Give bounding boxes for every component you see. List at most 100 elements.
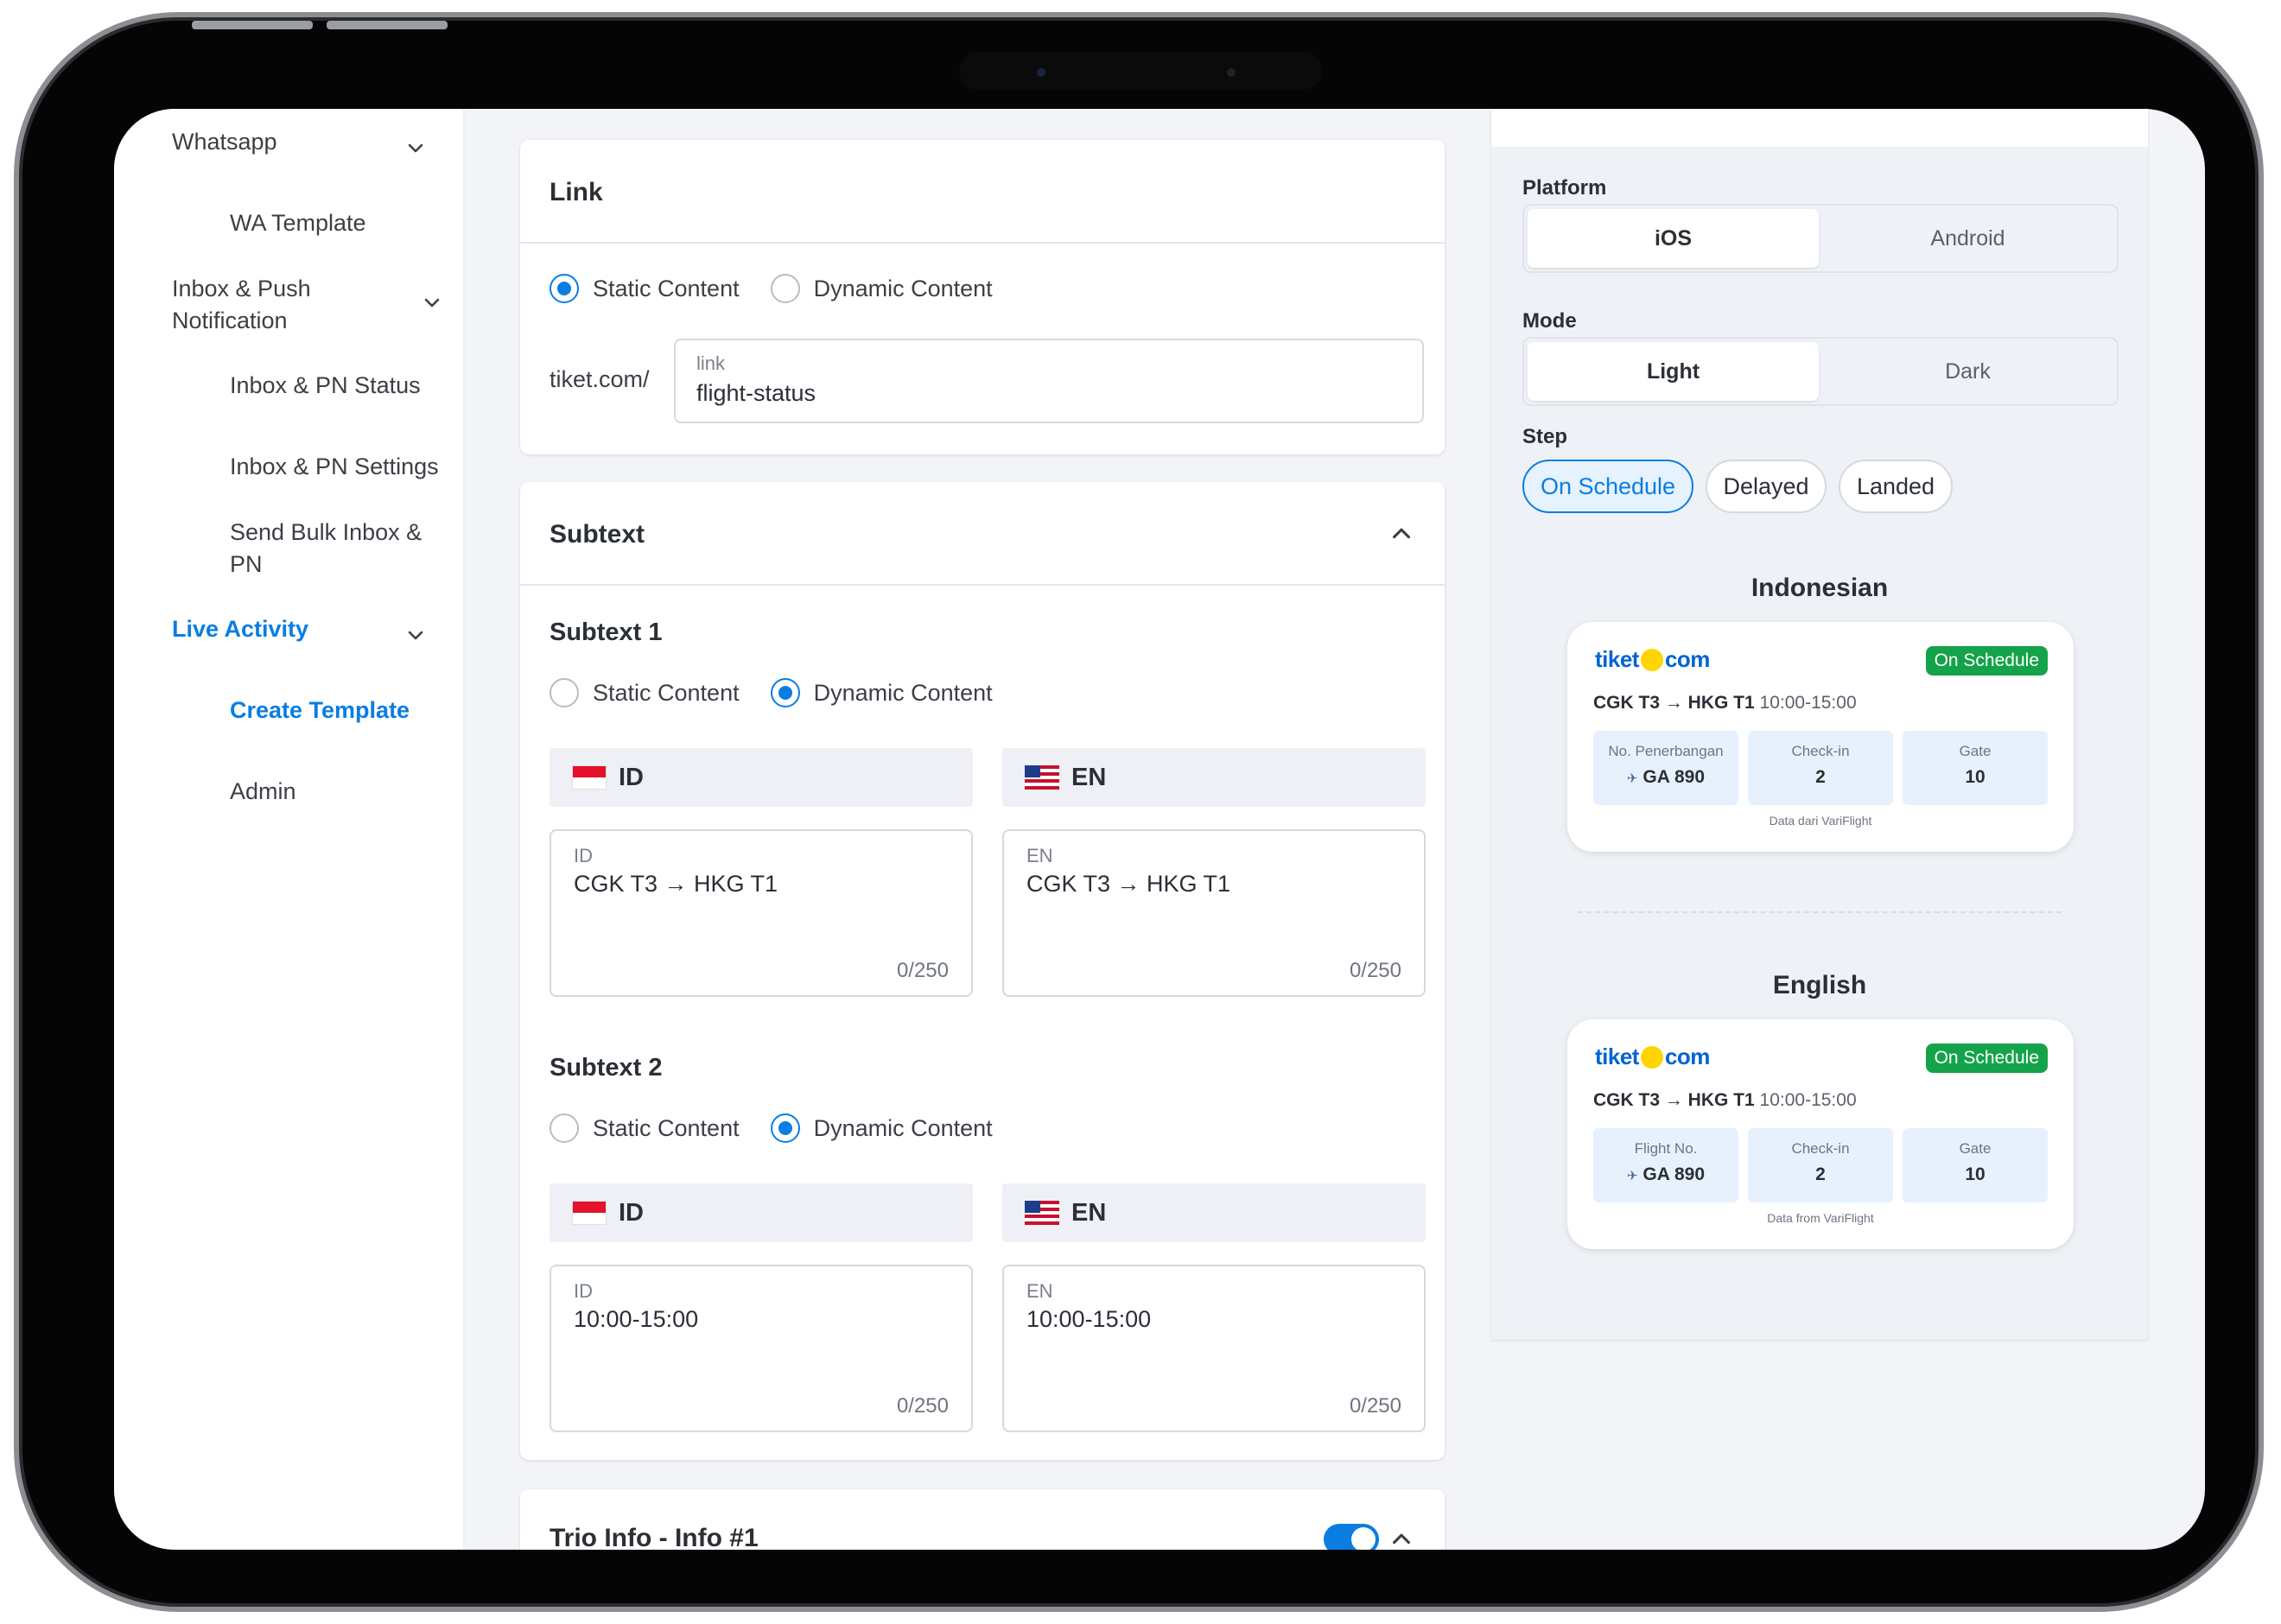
divider xyxy=(520,242,1445,244)
sidebar-item-inbox-push[interactable]: Inbox & Push Notification xyxy=(172,273,371,337)
subtext2-title: Subtext 2 xyxy=(550,1054,663,1082)
chevron-down-icon[interactable] xyxy=(423,294,441,311)
logo-text: com xyxy=(1664,1044,1710,1069)
subtext1-en-textarea[interactable]: EN CGK T3 → HKG T1 0/250 xyxy=(1002,829,1426,997)
textarea-label: EN xyxy=(1026,1280,1053,1302)
mode-switch: Light Dark xyxy=(1522,337,2119,406)
logo-dot-icon xyxy=(1640,648,1663,671)
info-value: 10 xyxy=(1965,767,1986,787)
step-label: Step xyxy=(1522,425,1568,448)
subtext2-content-type: Static Content Dynamic Content xyxy=(550,1113,993,1144)
preview-panel-header xyxy=(1491,109,2148,147)
dynamic-content-radio[interactable] xyxy=(770,274,800,303)
sidebar-item-inbox-pn-status[interactable]: Inbox & PN Status xyxy=(230,370,446,402)
route-text: CGK T3 → HKG T1 xyxy=(1593,1090,1755,1110)
textarea-label: ID xyxy=(574,1280,593,1302)
status-badge: On Schedule xyxy=(1925,646,2048,676)
static-content-label: Static Content xyxy=(593,275,740,301)
sidebar-item-wa-template[interactable]: WA Template xyxy=(230,207,446,239)
static-content-label: Static Content xyxy=(593,679,740,706)
subtext-card-title: Subtext xyxy=(550,520,645,549)
subtext2-en-textarea[interactable]: EN 10:00-15:00 0/250 xyxy=(1002,1265,1426,1432)
tab-en-label: EN xyxy=(1071,1198,1107,1227)
sidebar-item-whatsapp[interactable]: Whatsapp xyxy=(172,126,448,158)
sidebar-item-create-template[interactable]: Create Template xyxy=(230,695,446,726)
trio-info-title: Trio Info - Info #1 xyxy=(550,1524,759,1550)
textarea-label: ID xyxy=(574,845,593,866)
dynamic-content-radio[interactable] xyxy=(770,1113,800,1143)
route-time: 10:00-15:00 xyxy=(1759,1090,1857,1110)
chevron-up-icon[interactable] xyxy=(1391,1529,1412,1550)
trio-info-card: Trio Info - Info #1 xyxy=(520,1489,1445,1550)
checkin-box: Check-in 2 xyxy=(1748,731,1893,805)
link-card-title: Link xyxy=(550,178,603,206)
divider xyxy=(1578,911,2062,913)
textarea-label: EN xyxy=(1026,845,1053,866)
char-counter: 0/250 xyxy=(896,959,949,982)
checkin-box: Check-in 2 xyxy=(1748,1128,1893,1202)
sidebar-item-send-bulk[interactable]: Send Bulk Inbox & PN xyxy=(230,517,429,580)
tab-en[interactable]: EN xyxy=(1002,1183,1426,1242)
sidebar-item-label: Create Template xyxy=(230,697,410,723)
subtext1-title: Subtext 1 xyxy=(550,619,663,646)
tab-id-label: ID xyxy=(619,1198,644,1227)
info-label: No. Penerbangan xyxy=(1608,743,1724,759)
chevron-down-icon[interactable] xyxy=(407,133,424,153)
sidebar-item-inbox-pn-settings[interactable]: Inbox & PN Settings xyxy=(230,451,446,483)
app-screen: Whatsapp WA Template Inbox & Push Notifi… xyxy=(114,109,2205,1550)
divider xyxy=(520,584,1445,586)
flag-id-icon xyxy=(572,765,607,790)
data-source: Data dari VariFlight xyxy=(1769,814,1872,828)
chevron-up-icon[interactable] xyxy=(1391,523,1412,544)
sidebar-item-label: Whatsapp xyxy=(172,129,277,155)
tab-en-label: EN xyxy=(1071,763,1107,791)
dynamic-content-radio[interactable] xyxy=(770,678,800,707)
static-content-radio[interactable] xyxy=(550,1113,579,1143)
gate-box: Gate 10 xyxy=(1903,1128,2048,1202)
gate-box: Gate 10 xyxy=(1903,731,2048,805)
platform-label: Platform xyxy=(1522,176,1607,200)
step-delayed[interactable]: Delayed xyxy=(1706,460,1827,513)
tab-id[interactable]: ID xyxy=(550,1183,973,1242)
subtext2-id-textarea[interactable]: ID 10:00-15:00 0/250 xyxy=(550,1265,973,1432)
info-label: Gate xyxy=(1959,743,1992,759)
sidebar-item-label: Inbox & PN Settings xyxy=(230,454,439,479)
mode-dark[interactable]: Dark xyxy=(1822,342,2113,401)
sidebar: Whatsapp WA Template Inbox & Push Notifi… xyxy=(114,109,465,1550)
platform-android[interactable]: Android xyxy=(1822,209,2113,268)
mode-light[interactable]: Light xyxy=(1528,342,1819,401)
platform-switch: iOS Android xyxy=(1522,204,2119,273)
info-value: 10 xyxy=(1965,1164,1986,1184)
link-input[interactable]: link flight-status xyxy=(674,339,1424,423)
sidebar-item-live-activity[interactable]: Live Activity xyxy=(172,613,448,645)
flag-us-icon xyxy=(1025,765,1059,790)
tab-id[interactable]: ID xyxy=(550,748,973,807)
logo-text: tiket xyxy=(1595,646,1639,672)
step-landed[interactable]: Landed xyxy=(1839,460,1953,513)
sensor-icon xyxy=(1227,68,1236,77)
info-label: Flight No. xyxy=(1634,1140,1698,1157)
info-label: Check-in xyxy=(1791,1140,1850,1157)
flight-number-box: No. Penerbangan ✈ GA 890 xyxy=(1593,731,1738,805)
tiket-logo: tiket com xyxy=(1595,1044,1710,1070)
step-on-schedule[interactable]: On Schedule xyxy=(1522,460,1693,513)
route: CGK T3 → HKG T1 10:00-15:00 xyxy=(1593,1090,1857,1111)
info-value: 2 xyxy=(1815,767,1826,787)
tab-en[interactable]: EN xyxy=(1002,748,1426,807)
static-content-radio[interactable] xyxy=(550,274,579,303)
char-counter: 0/250 xyxy=(1349,959,1401,982)
platform-ios[interactable]: iOS xyxy=(1528,209,1819,268)
subtext1-id-textarea[interactable]: ID CGK T3 → HKG T1 0/250 xyxy=(550,829,973,997)
trio-info-toggle[interactable] xyxy=(1324,1524,1379,1550)
chevron-down-icon[interactable] xyxy=(407,620,424,640)
sidebar-item-admin[interactable]: Admin xyxy=(230,776,446,808)
sidebar-item-label: WA Template xyxy=(230,210,366,236)
preview-panel: Platform iOS Android Mode Light Dark Ste… xyxy=(1491,109,2148,1340)
info-value: ✈ GA 890 xyxy=(1593,767,1738,788)
live-activity-preview-en: tiket com On Schedule CGK T3 → HKG T1 10… xyxy=(1567,1019,2074,1249)
link-prefix: tiket.com/ xyxy=(550,366,650,392)
static-content-radio[interactable] xyxy=(550,678,579,707)
textarea-value: CGK T3 → HKG T1 xyxy=(574,871,778,897)
route-text: CGK T3 → HKG T1 xyxy=(1593,693,1755,713)
tab-id-label: ID xyxy=(619,763,644,791)
